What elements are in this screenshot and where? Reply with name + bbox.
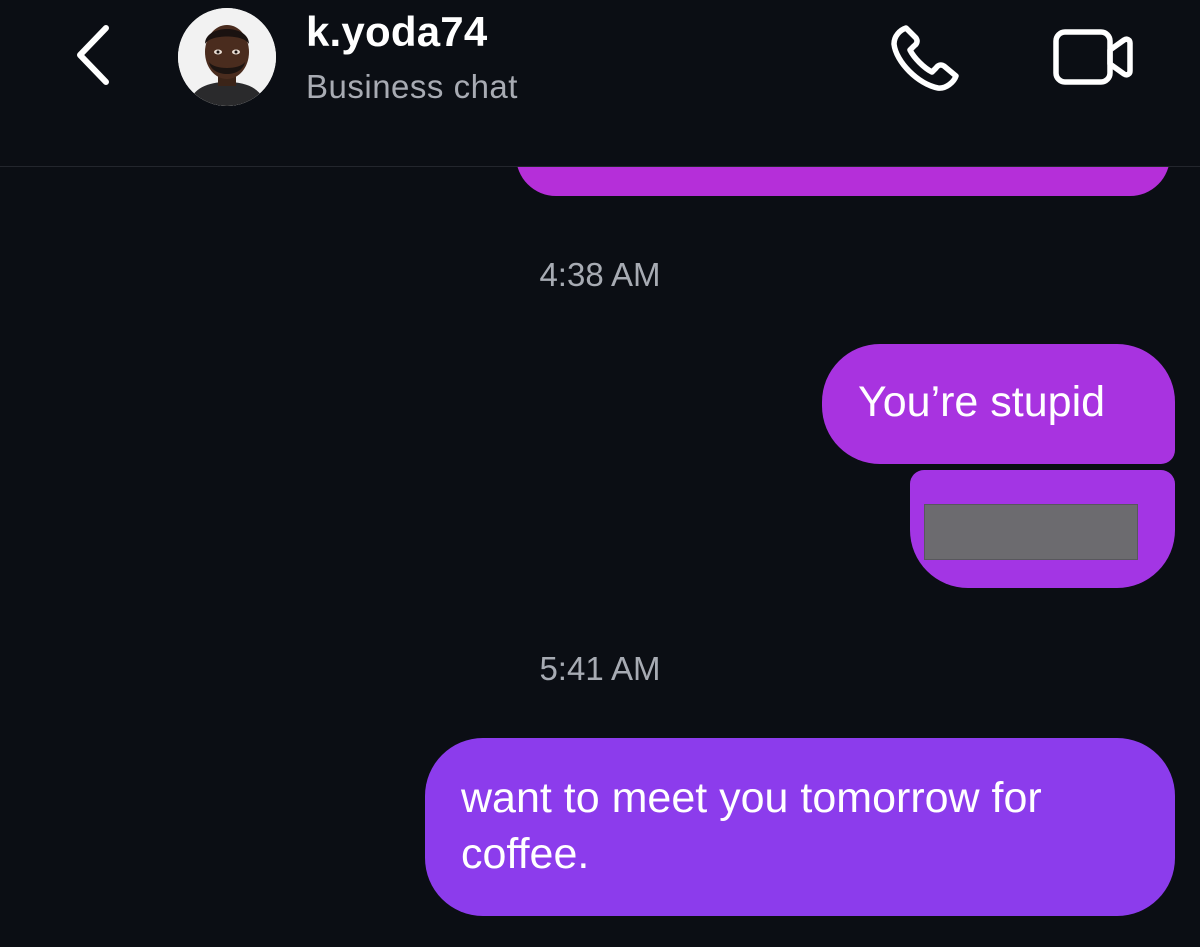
avatar-image [178,8,276,106]
contact-subtitle: Business chat [306,68,518,105]
chevron-left-icon [77,25,109,85]
video-call-button[interactable] [1050,24,1136,92]
contact-name[interactable]: k.yoda74 [306,8,487,56]
chat-screen: k.yoda74 Business chat 4:38 AM You’re st… [0,0,1200,947]
message-timestamp: 5:41 AM [539,650,661,687]
video-camera-icon [1053,29,1133,85]
chat-header: k.yoda74 Business chat [0,0,1200,167]
back-button[interactable] [66,20,126,90]
phone-icon [891,25,959,91]
message-bubble-outgoing[interactable] [910,470,1175,588]
message-bubble-outgoing[interactable]: want to meet you tomorrow for coffee. [425,738,1175,916]
message-text: You’re stupid [858,378,1106,426]
message-text: want to meet you tomorrow for coffee. [461,774,1042,878]
message-bubble-outgoing[interactable]: You’re stupid [822,344,1175,464]
redacted-content [924,504,1138,560]
message-timestamp: 4:38 AM [539,256,661,293]
avatar[interactable] [178,8,276,106]
call-button[interactable] [884,22,966,96]
